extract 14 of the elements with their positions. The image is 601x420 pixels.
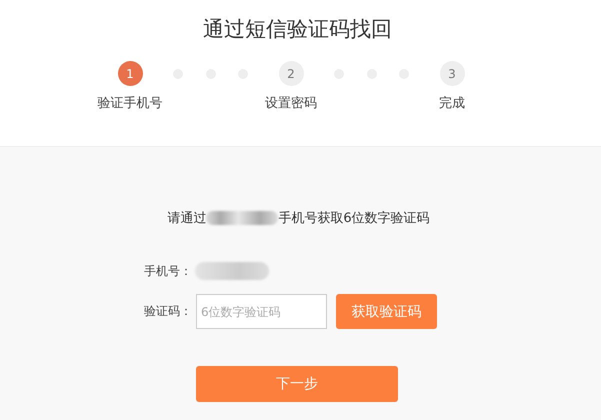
step-label: 完成 (439, 95, 465, 112)
phone-label: 手机号： (143, 262, 192, 280)
next-button[interactable]: 下一步 (196, 366, 398, 402)
step-label: 设置密码 (265, 95, 317, 112)
page-title: 通过短信验证码找回 (202, 16, 393, 43)
code-label: 验证码： (143, 303, 192, 320)
step-label: 验证手机号 (98, 95, 162, 112)
step-number: 3 (440, 61, 464, 86)
instruction-text: 请通过 (167, 210, 206, 227)
instruction-text: 手机号获取6位数字验证码 (278, 210, 430, 227)
code-input[interactable]: 6位数字验证码 (196, 294, 327, 329)
step-number: 1 (118, 61, 142, 86)
step-number: 2 (278, 61, 304, 86)
get-code-button[interactable]: 获取验证码 (336, 294, 437, 329)
